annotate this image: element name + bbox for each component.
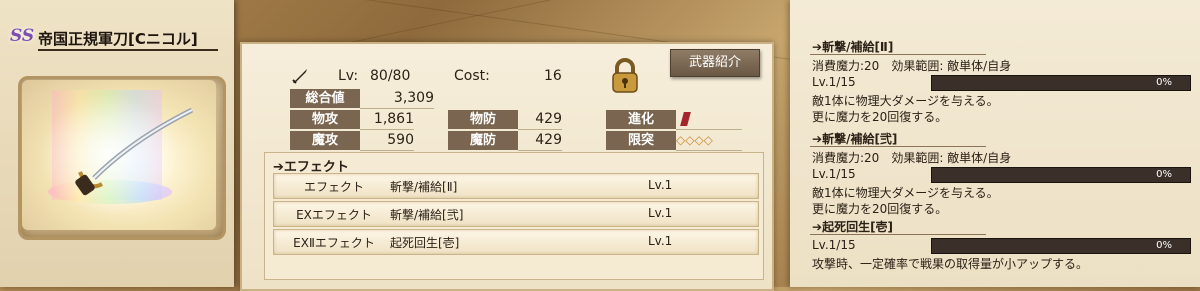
effect-name: 起死回生[壱]	[390, 236, 460, 250]
name-underline	[38, 49, 218, 51]
cost-label: Cost:	[454, 68, 490, 84]
skill-progress-pct: 0%	[1156, 169, 1172, 180]
skill-progress-pct: 0%	[1156, 240, 1172, 251]
skill-cost: 消費魔力:20 効果範囲: 敵単体/自身	[812, 59, 1012, 73]
skill-level: Lv.1/15	[812, 75, 856, 89]
weapon-portrait[interactable]	[22, 80, 216, 230]
arrow-icon: ➔	[812, 40, 823, 54]
skill-desc: 攻撃時、一定確率で戦果の取得量が小アップする。	[812, 257, 1089, 271]
patk-value: 1,861	[360, 110, 414, 130]
effect-level: Lv.1	[648, 178, 673, 192]
effect-type: EXエフェクト	[296, 208, 372, 222]
skill-level: Lv.1/15	[812, 167, 856, 181]
effect-type: EXⅡエフェクト	[293, 236, 375, 250]
limit-label: 限突	[606, 131, 676, 150]
effect-row[interactable]: EXⅡエフェクト 起死回生[壱] Lv.1	[273, 229, 759, 255]
weapon-name: 帝国正規軍刀[Cニコル]	[38, 30, 198, 48]
divider	[810, 54, 986, 55]
skill-cost: 消費魔力:20 効果範囲: 敵単体/自身	[812, 151, 1012, 165]
total-label: 総合値	[290, 89, 360, 108]
skill-desc: 敵1体に物理大ダメージを与える。	[812, 94, 999, 108]
effect-row[interactable]: EXエフェクト 斬撃/補給[弐] Lv.1	[273, 201, 759, 227]
matk-value: 590	[360, 131, 414, 151]
skill-level: Lv.1/15	[812, 238, 856, 252]
weapon-intro-button[interactable]: 武器紹介	[670, 49, 760, 77]
limit-stars: ◇◇◇◇	[676, 131, 742, 151]
saber-icon	[40, 90, 194, 215]
effect-name: 斬撃/補給[Ⅱ]	[390, 180, 458, 194]
skill-progress-pct: 0%	[1156, 77, 1172, 88]
effect-box: ➔エフェクト エフェクト 斬撃/補給[Ⅱ] Lv.1 EXエフェクト 斬撃/補給…	[264, 152, 764, 280]
patk-label: 物攻	[290, 110, 360, 129]
skill-desc: 更に魔力を20回復する。	[812, 110, 948, 124]
lock-icon[interactable]	[610, 58, 640, 94]
evolve-value	[676, 110, 742, 130]
pdef-label: 物防	[448, 110, 518, 129]
effect-level: Lv.1	[648, 206, 673, 220]
evolve-label: 進化	[606, 110, 676, 129]
skill-title: ➔斬撃/補給[弐]	[812, 132, 898, 146]
skill-desc: 敵1体に物理大ダメージを与える。	[812, 186, 999, 200]
skill-detail-panel: ➔斬撃/補給[Ⅱ] 消費魔力:20 効果範囲: 敵単体/自身 Lv.1/15 0…	[790, 0, 1200, 287]
rarity-badge: SS	[10, 26, 35, 46]
effect-type: エフェクト	[303, 180, 364, 194]
stats-panel: Lv: 80/80 Cost: 16 武器紹介 総合値 3,309 物攻 1,8…	[240, 42, 774, 291]
cost-value: 16	[544, 68, 562, 84]
total-value: 3,309	[360, 89, 434, 109]
weapon-title: SS 帝国正規軍刀[Cニコル]	[6, 22, 228, 54]
mdef-value: 429	[518, 131, 562, 151]
divider	[810, 234, 986, 235]
evolve-mark-icon	[680, 112, 691, 126]
matk-label: 魔攻	[290, 131, 360, 150]
skill-title: ➔起死回生[壱]	[812, 220, 894, 234]
skill-progress-bar: 0%	[931, 238, 1191, 254]
weapon-card: SS 帝国正規軍刀[Cニコル]	[0, 0, 234, 287]
divider	[810, 146, 986, 147]
skill-title: ➔斬撃/補給[Ⅱ]	[812, 40, 894, 54]
effect-row[interactable]: エフェクト 斬撃/補給[Ⅱ] Lv.1	[273, 173, 759, 199]
level-label: Lv:	[338, 68, 359, 84]
pdef-value: 429	[518, 110, 562, 130]
skill-progress-bar: 0%	[931, 75, 1191, 91]
effect-name: 斬撃/補給[弐]	[390, 208, 464, 222]
mdef-label: 魔防	[448, 131, 518, 150]
skill-progress-bar: 0%	[931, 167, 1191, 183]
effect-level: Lv.1	[648, 234, 673, 248]
arrow-icon: ➔	[812, 220, 823, 234]
weapon-type-icon	[292, 69, 307, 84]
arrow-icon: ➔	[812, 132, 823, 146]
skill-desc: 更に魔力を20回復する。	[812, 202, 948, 216]
level-value: 80/80	[370, 68, 411, 84]
